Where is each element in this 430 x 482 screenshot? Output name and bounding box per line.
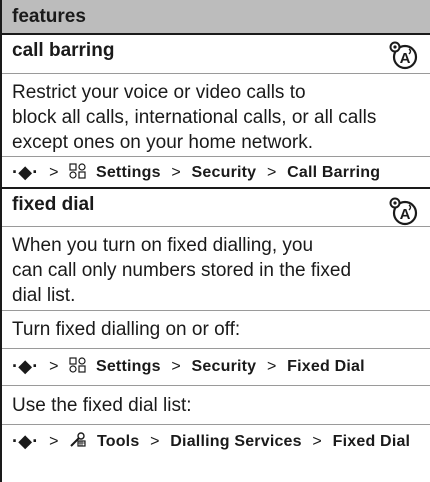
svg-text:A: A <box>400 50 411 67</box>
description-line: When you turn on fixed dialling, you <box>12 235 314 256</box>
description-line: except ones on your home network. <box>12 132 314 153</box>
table-header: features <box>2 0 430 33</box>
svg-text:A: A <box>400 206 411 223</box>
path-item-dialling-services: Dialling Services <box>170 433 302 450</box>
divider <box>2 310 430 311</box>
path-item-fixed-dial: Fixed Dial <box>287 358 365 375</box>
divider <box>2 385 430 386</box>
section-title: fixed dial <box>12 194 95 215</box>
tools-icon <box>70 432 86 447</box>
settings-icon <box>69 163 86 179</box>
nav-key-icon: ·◆· <box>12 162 39 182</box>
divider <box>2 33 430 35</box>
divider <box>2 156 430 157</box>
network-badge-icon: A <box>389 41 418 70</box>
path-item-tools: Tools <box>96 433 140 450</box>
description-line: dial list. <box>12 285 76 306</box>
path-item-call-barring: Call Barring <box>287 164 381 181</box>
path-item-fixed-dial: Fixed Dial <box>332 433 411 450</box>
description-line: can call only numbers stored in the fixe… <box>12 260 352 281</box>
step-label: Turn fixed dialling on or off: <box>12 319 241 340</box>
description-line: block all calls, international calls, or… <box>12 107 377 128</box>
description-line: Restrict your voice or video calls to <box>12 82 306 103</box>
path-item-security: Security <box>191 164 257 181</box>
path-item-settings: Settings <box>95 164 161 181</box>
path-item-security: Security <box>191 358 257 375</box>
nav-key-icon: ·◆· <box>12 431 39 451</box>
divider <box>2 424 430 425</box>
step-label: Use the fixed dial list: <box>12 395 192 416</box>
divider <box>2 73 430 74</box>
header-title: features <box>12 6 86 27</box>
features-table: features call barring A Restrict your vo… <box>0 0 430 482</box>
nav-key-icon: ·◆· <box>12 356 39 376</box>
settings-icon <box>69 357 86 373</box>
divider <box>2 187 430 189</box>
divider <box>2 226 430 227</box>
section-title: call barring <box>12 40 115 61</box>
divider <box>2 348 430 349</box>
path-item-settings: Settings <box>95 358 161 375</box>
network-badge-icon: A <box>389 197 418 226</box>
